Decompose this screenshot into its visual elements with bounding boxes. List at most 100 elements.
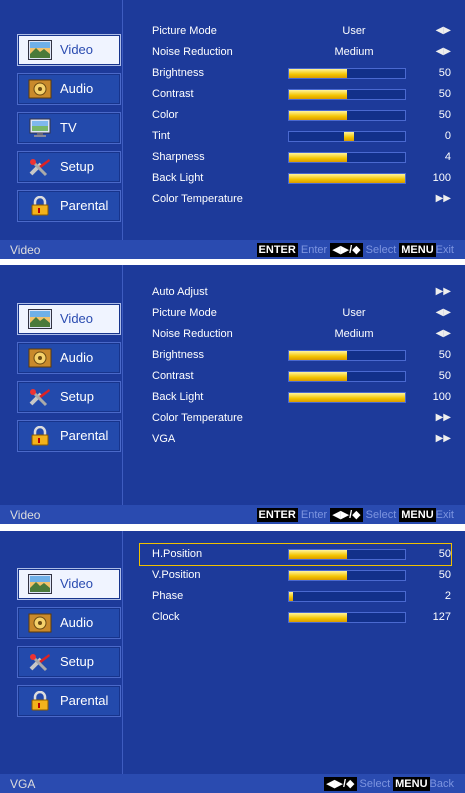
menu-key: MENU — [399, 243, 436, 257]
slider-track[interactable] — [288, 612, 406, 623]
setting-row-noise-reduction[interactable]: Noise Reduction Medium ◀▶ — [140, 42, 451, 63]
setting-name: Back Light — [152, 172, 204, 184]
slider-track[interactable] — [288, 131, 406, 142]
sidebar: Video Audio Setup Parental — [6, 531, 123, 793]
setting-row-color[interactable]: Color 50 — [140, 105, 451, 126]
setting-name: Picture Mode — [152, 307, 217, 319]
settings-list: Picture Mode User ◀▶ Noise Reduction Medium ◀… — [140, 21, 451, 210]
slider-fill — [289, 351, 347, 360]
setting-value: Medium — [334, 46, 374, 58]
menu-item-audio[interactable]: Audio — [17, 607, 121, 639]
setting-name: Back Light — [152, 391, 204, 403]
slider-track[interactable] — [288, 549, 406, 560]
setting-row-brightness[interactable]: Brightness 50 — [140, 345, 451, 366]
setting-row-tint[interactable]: Tint 0 — [140, 126, 451, 147]
menu-item-setup[interactable]: Setup — [17, 646, 121, 678]
enter-hint: Enter — [297, 509, 328, 521]
slider-track[interactable] — [288, 152, 406, 163]
setting-name: Tint — [152, 130, 170, 142]
menu-item-setup[interactable]: Setup — [17, 381, 121, 413]
slider-track[interactable] — [288, 68, 406, 79]
footer-help: ENTER Enter ◀▶/◆ Select MENU Exit — [256, 243, 457, 257]
osd-panel-1: Video Audio TV Setup Parental Picture Mode Us… — [0, 0, 465, 259]
setting-row-contrast[interactable]: Contrast 50 — [140, 84, 451, 105]
setting-row-contrast[interactable]: Contrast 50 — [140, 366, 451, 387]
menu-item-parental[interactable]: Parental — [17, 190, 121, 222]
menu-item-label: Video — [60, 42, 94, 57]
setting-row-sharpness[interactable]: Sharpness 4 — [140, 147, 451, 168]
slider-track[interactable] — [288, 570, 406, 581]
setting-name: Noise Reduction — [152, 328, 233, 340]
menu-item-parental[interactable]: Parental — [17, 420, 121, 452]
menu-item-video[interactable]: Video — [17, 568, 121, 600]
left-right-arrows-icon: ◀▶ — [435, 307, 451, 318]
setting-row-picture-mode[interactable]: Picture Mode User ◀▶ — [140, 21, 451, 42]
nav-key: ◀▶/◆ — [330, 508, 363, 522]
slider-fill — [289, 571, 347, 580]
menu-item-label: TV — [60, 120, 77, 135]
select-hint: Select — [362, 244, 397, 256]
slider-track[interactable] — [288, 392, 406, 403]
menu-item-audio[interactable]: Audio — [17, 73, 121, 105]
footer-title: VGA — [10, 777, 36, 791]
settings-list: Auto Adjust ▶▶ Picture Mode User ◀▶ Noise Red… — [140, 282, 451, 450]
setting-row-phase[interactable]: Phase 2 — [140, 586, 451, 607]
setting-row-picture-mode[interactable]: Picture Mode User ◀▶ — [140, 303, 451, 324]
left-right-arrows-icon: ◀▶ — [435, 46, 451, 57]
setup-icon — [28, 157, 52, 177]
osd-panel-2: Video Audio Setup Parental Auto Adjust ▶▶ Pic… — [0, 265, 465, 524]
slider-track[interactable] — [288, 173, 406, 184]
setting-row-auto-adjust[interactable]: Auto Adjust ▶▶ — [140, 282, 451, 303]
menu-item-audio[interactable]: Audio — [17, 342, 121, 374]
setting-value: 100 — [432, 172, 451, 184]
menu-item-label: Parental — [60, 693, 109, 708]
slider-fill — [289, 174, 405, 183]
setting-row-v-position[interactable]: V.Position 50 — [140, 565, 451, 586]
slider-track[interactable] — [288, 110, 406, 121]
menu-item-video[interactable]: Video — [17, 303, 121, 335]
setup-icon — [28, 652, 52, 672]
setting-row-color-temperature[interactable]: Color Temperature ▶▶ — [140, 408, 451, 429]
slider-track[interactable] — [288, 591, 406, 602]
submenu-arrow-icon: ▶▶ — [435, 193, 451, 204]
slider-track[interactable] — [288, 371, 406, 382]
menu-item-parental[interactable]: Parental — [17, 685, 121, 717]
setting-row-clock[interactable]: Clock 127 — [140, 607, 451, 628]
setting-value: 127 — [432, 611, 451, 623]
setting-value: 0 — [444, 130, 451, 142]
slider-fill — [289, 393, 405, 402]
menu-item-label: Parental — [60, 428, 109, 443]
slider-fill — [289, 90, 347, 99]
footer-help: ENTER Enter ◀▶/◆ Select MENU Exit — [256, 508, 457, 522]
slider-track[interactable] — [288, 89, 406, 100]
settings-list: H.Position 50 V.Position 50 Phase 2 Clock 127 — [139, 543, 452, 628]
menu-item-video[interactable]: Video — [17, 34, 121, 66]
setting-row-back-light[interactable]: Back Light 100 — [140, 168, 451, 189]
nav-key: ◀▶/◆ — [324, 777, 357, 791]
footer-bar: Video ENTER Enter ◀▶/◆ Select MENU Exit — [0, 505, 465, 524]
setting-name: Color — [152, 109, 179, 121]
nav-key: ◀▶/◆ — [330, 243, 363, 257]
sidebar: Video Audio Setup Parental — [6, 265, 123, 524]
main-menu: Video Audio Setup Parental — [17, 568, 121, 724]
submenu-arrow-icon: ▶▶ — [435, 433, 451, 444]
setting-value: 100 — [432, 391, 451, 403]
setting-name: Noise Reduction — [152, 46, 233, 58]
setting-name: Contrast — [152, 370, 194, 382]
slider-track[interactable] — [288, 350, 406, 361]
setting-row-h-position[interactable]: H.Position 50 — [139, 543, 452, 566]
setting-value: User — [342, 25, 366, 37]
setting-row-color-temperature[interactable]: Color Temperature ▶▶ — [140, 189, 451, 210]
setting-value: 50 — [438, 569, 451, 581]
footer-bar: Video ENTER Enter ◀▶/◆ Select MENU Exit — [0, 240, 465, 259]
setting-row-brightness[interactable]: Brightness 50 — [140, 63, 451, 84]
menu-item-label: Setup — [60, 159, 94, 174]
setting-row-noise-reduction[interactable]: Noise Reduction Medium ◀▶ — [140, 324, 451, 345]
menu-item-tv[interactable]: TV — [17, 112, 121, 144]
menu-item-setup[interactable]: Setup — [17, 151, 121, 183]
menu-item-label: Setup — [60, 654, 94, 669]
setting-row-back-light[interactable]: Back Light 100 — [140, 387, 451, 408]
parental-icon — [28, 425, 52, 446]
setting-row-vga[interactable]: VGA ▶▶ — [140, 429, 451, 450]
video-icon — [28, 40, 52, 60]
